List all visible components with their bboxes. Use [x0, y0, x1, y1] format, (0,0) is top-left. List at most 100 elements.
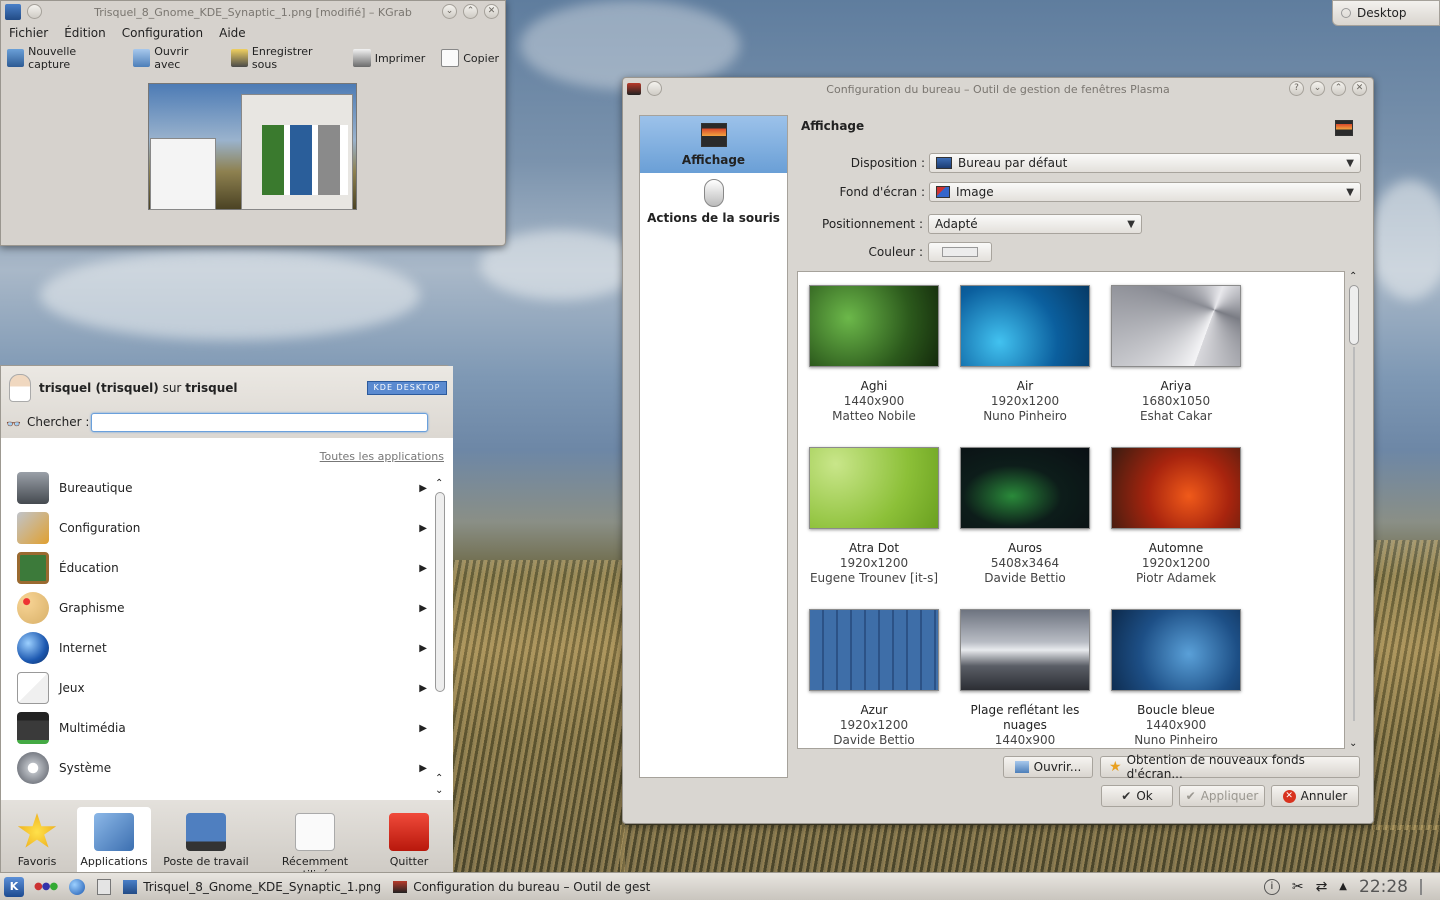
maximize-button[interactable]: ⌃ — [1331, 81, 1346, 96]
ouvrir-button[interactable]: Ouvrir... — [1003, 756, 1093, 778]
grass — [450, 560, 625, 872]
annuler-label: Annuler — [1300, 789, 1348, 803]
menu-item-education[interactable]: Éducation ▶ — [17, 548, 437, 588]
open-with-button[interactable]: Ouvrir avec — [133, 45, 215, 71]
copy-icon — [441, 49, 460, 67]
color-swatch — [942, 247, 978, 257]
help-button[interactable]: ? — [1289, 81, 1304, 96]
wallpaper-list[interactable]: Aghi 1440x900 Matteo Nobile Air 1920x1200 Nu… — [797, 271, 1345, 749]
wallpaper-item[interactable]: Atra Dot 1920x1200 Eugene Trounev [it-s] — [799, 447, 949, 586]
menu-item-multimedia[interactable]: Multimédia ▶ — [17, 708, 437, 748]
mouse-icon — [703, 179, 724, 207]
new-capture-button[interactable]: Nouvelle capture — [7, 45, 117, 71]
scroll-thumb[interactable] — [1349, 285, 1359, 345]
tab-poste-de-travail[interactable]: Poste de travail — [163, 807, 249, 873]
task-kgrab[interactable]: Trisquel_8_Gnome_KDE_Synaptic_1.png [m — [123, 879, 382, 894]
task-label: Trisquel_8_Gnome_KDE_Synaptic_1.png [m — [143, 879, 382, 894]
clock[interactable]: 22:28 — [1359, 877, 1408, 897]
scroll-down-icon[interactable]: ⌄ — [1349, 738, 1357, 749]
checkmark-icon: ✔ — [1121, 789, 1132, 803]
panel-toolbox-icon[interactable] — [1420, 878, 1430, 895]
wallpaper-item[interactable]: Automne 1920x1200 Piotr Adamek — [1101, 447, 1251, 586]
scroll-up-icon[interactable]: ⌃ — [435, 478, 443, 489]
scroll-up-icon[interactable]: ⌃ — [435, 773, 443, 784]
pager-icon[interactable]: ●●● — [34, 881, 58, 892]
chevron-down-icon: ▼ — [1346, 186, 1354, 198]
chevron-right-icon: ▶ — [419, 562, 427, 574]
ouvrir-label: Ouvrir... — [1033, 760, 1082, 774]
scroll-thumb[interactable] — [435, 492, 445, 692]
kgrab-titlebar[interactable]: Trisquel_8_Gnome_KDE_Synaptic_1.png [mod… — [1, 1, 505, 23]
scroll-down-icon[interactable]: ⌄ — [435, 785, 443, 796]
menu-edition[interactable]: Édition — [64, 26, 106, 40]
keep-above-button[interactable] — [647, 81, 662, 96]
close-button[interactable]: ✕ — [1352, 81, 1367, 96]
desktop-widget[interactable]: Desktop — [1332, 0, 1440, 26]
maximize-button[interactable]: ⌃ — [463, 4, 478, 19]
scroll-up-icon[interactable]: ⌃ — [1349, 271, 1357, 282]
tab-favoris[interactable]: Favoris — [0, 807, 77, 873]
menu-configuration[interactable]: Configuration — [122, 26, 203, 40]
wallpaper-item[interactable]: Aghi 1440x900 Matteo Nobile — [799, 285, 949, 424]
tab-applications[interactable]: Applications — [77, 807, 151, 873]
menu-item-label: Multimédia — [59, 721, 126, 735]
tray-expand-icon[interactable]: ▲ — [1339, 881, 1347, 892]
kgrab-app-icon[interactable] — [5, 4, 21, 20]
menu-item-jeux[interactable]: Jeux ▶ — [17, 668, 437, 708]
menu-aide[interactable]: Aide — [219, 26, 246, 40]
clock-icon — [295, 813, 335, 851]
wallpaper-item[interactable]: Air 1920x1200 Nuno Pinheiro — [950, 285, 1100, 424]
globe-icon[interactable] — [69, 878, 86, 895]
menu-scrollbar[interactable]: ⌃ ⌃ ⌄ — [433, 478, 447, 796]
disposition-select[interactable]: Bureau par défaut ▼ — [929, 153, 1361, 173]
calculator-icon[interactable] — [97, 878, 112, 895]
wallpaper-resolution: 1440x900 — [994, 733, 1056, 747]
wallpaper-item[interactable]: Azur 1920x1200 Davide Bettio — [799, 609, 949, 748]
config-app-icon[interactable] — [627, 83, 641, 95]
wallpaper-scrollbar[interactable]: ⌃ ⌄ — [1347, 271, 1361, 749]
save-as-button[interactable]: Enregistrer sous — [230, 45, 337, 71]
get-new-wallpapers-button[interactable]: ★ Obtention de nouveaux fonds d'écran... — [1100, 753, 1360, 781]
wallpaper-item[interactable]: Plage reflétant les nuages 1440x900 — [950, 609, 1100, 748]
power-icon — [389, 813, 429, 851]
keep-above-button[interactable] — [27, 4, 42, 19]
couleur-button[interactable] — [928, 242, 992, 262]
position-select[interactable]: Adapté ▼ — [928, 214, 1142, 234]
wallpaper-item[interactable]: Boucle bleue 1440x900 Nuno Pinheiro — [1101, 609, 1251, 748]
search-input[interactable] — [91, 413, 428, 432]
wallpaper-item[interactable]: Ariya 1680x1050 Eshat Cakar — [1101, 285, 1251, 424]
minimize-button[interactable]: ⌄ — [1310, 81, 1325, 96]
fond-select[interactable]: Image ▼ — [929, 182, 1361, 202]
menu-item-graphisme[interactable]: Graphisme ▶ — [17, 588, 437, 628]
tab-recents[interactable]: Récemment utilisés — [263, 807, 367, 881]
sidebar-item-souris[interactable]: Actions de la souris — [640, 173, 787, 233]
gear-icon — [17, 752, 49, 784]
chevron-right-icon: ▶ — [419, 762, 427, 774]
menu-item-configuration[interactable]: Configuration ▶ — [17, 508, 437, 548]
menu-item-internet[interactable]: Internet ▶ — [17, 628, 437, 668]
menu-fichier[interactable]: Fichier — [9, 26, 48, 40]
close-button[interactable]: ✕ — [484, 4, 499, 19]
menu-item-bureautique[interactable]: Bureautique ▶ — [17, 468, 437, 508]
star-icon — [17, 813, 57, 848]
print-button[interactable]: Imprimer — [352, 49, 425, 67]
wallpaper-item[interactable]: Auros 5408x3464 Davide Bettio — [950, 447, 1100, 586]
kgrab-title: Trisquel_8_Gnome_KDE_Synaptic_1.png [mod… — [94, 5, 412, 19]
scissors-icon[interactable]: ✂ — [1292, 879, 1304, 895]
appliquer-button[interactable]: ✔ Appliquer — [1179, 785, 1265, 807]
search-label: Chercher : — [27, 415, 90, 429]
ok-button[interactable]: ✔ Ok — [1101, 785, 1173, 807]
config-titlebar[interactable]: Configuration du bureau – Outil de gesti… — [623, 78, 1373, 100]
info-icon[interactable]: i — [1263, 878, 1280, 895]
all-apps-breadcrumb[interactable]: Toutes les applications — [320, 450, 444, 463]
tab-quitter[interactable]: Quitter — [369, 807, 449, 873]
copy-button[interactable]: Copier — [441, 49, 499, 67]
network-icon[interactable]: ⇄ — [1316, 879, 1328, 895]
menu-item-systeme[interactable]: Système ▶ — [17, 748, 437, 788]
minimize-button[interactable]: ⌄ — [442, 4, 457, 19]
sidebar-item-affichage[interactable]: Affichage — [640, 116, 787, 173]
task-config[interactable]: Configuration du bureau – Outil de gesti… — [393, 880, 651, 894]
desktop-widget-icon — [1341, 8, 1351, 18]
kickoff-launcher-icon[interactable]: K — [4, 876, 24, 897]
annuler-button[interactable]: ✕ Annuler — [1271, 785, 1359, 807]
